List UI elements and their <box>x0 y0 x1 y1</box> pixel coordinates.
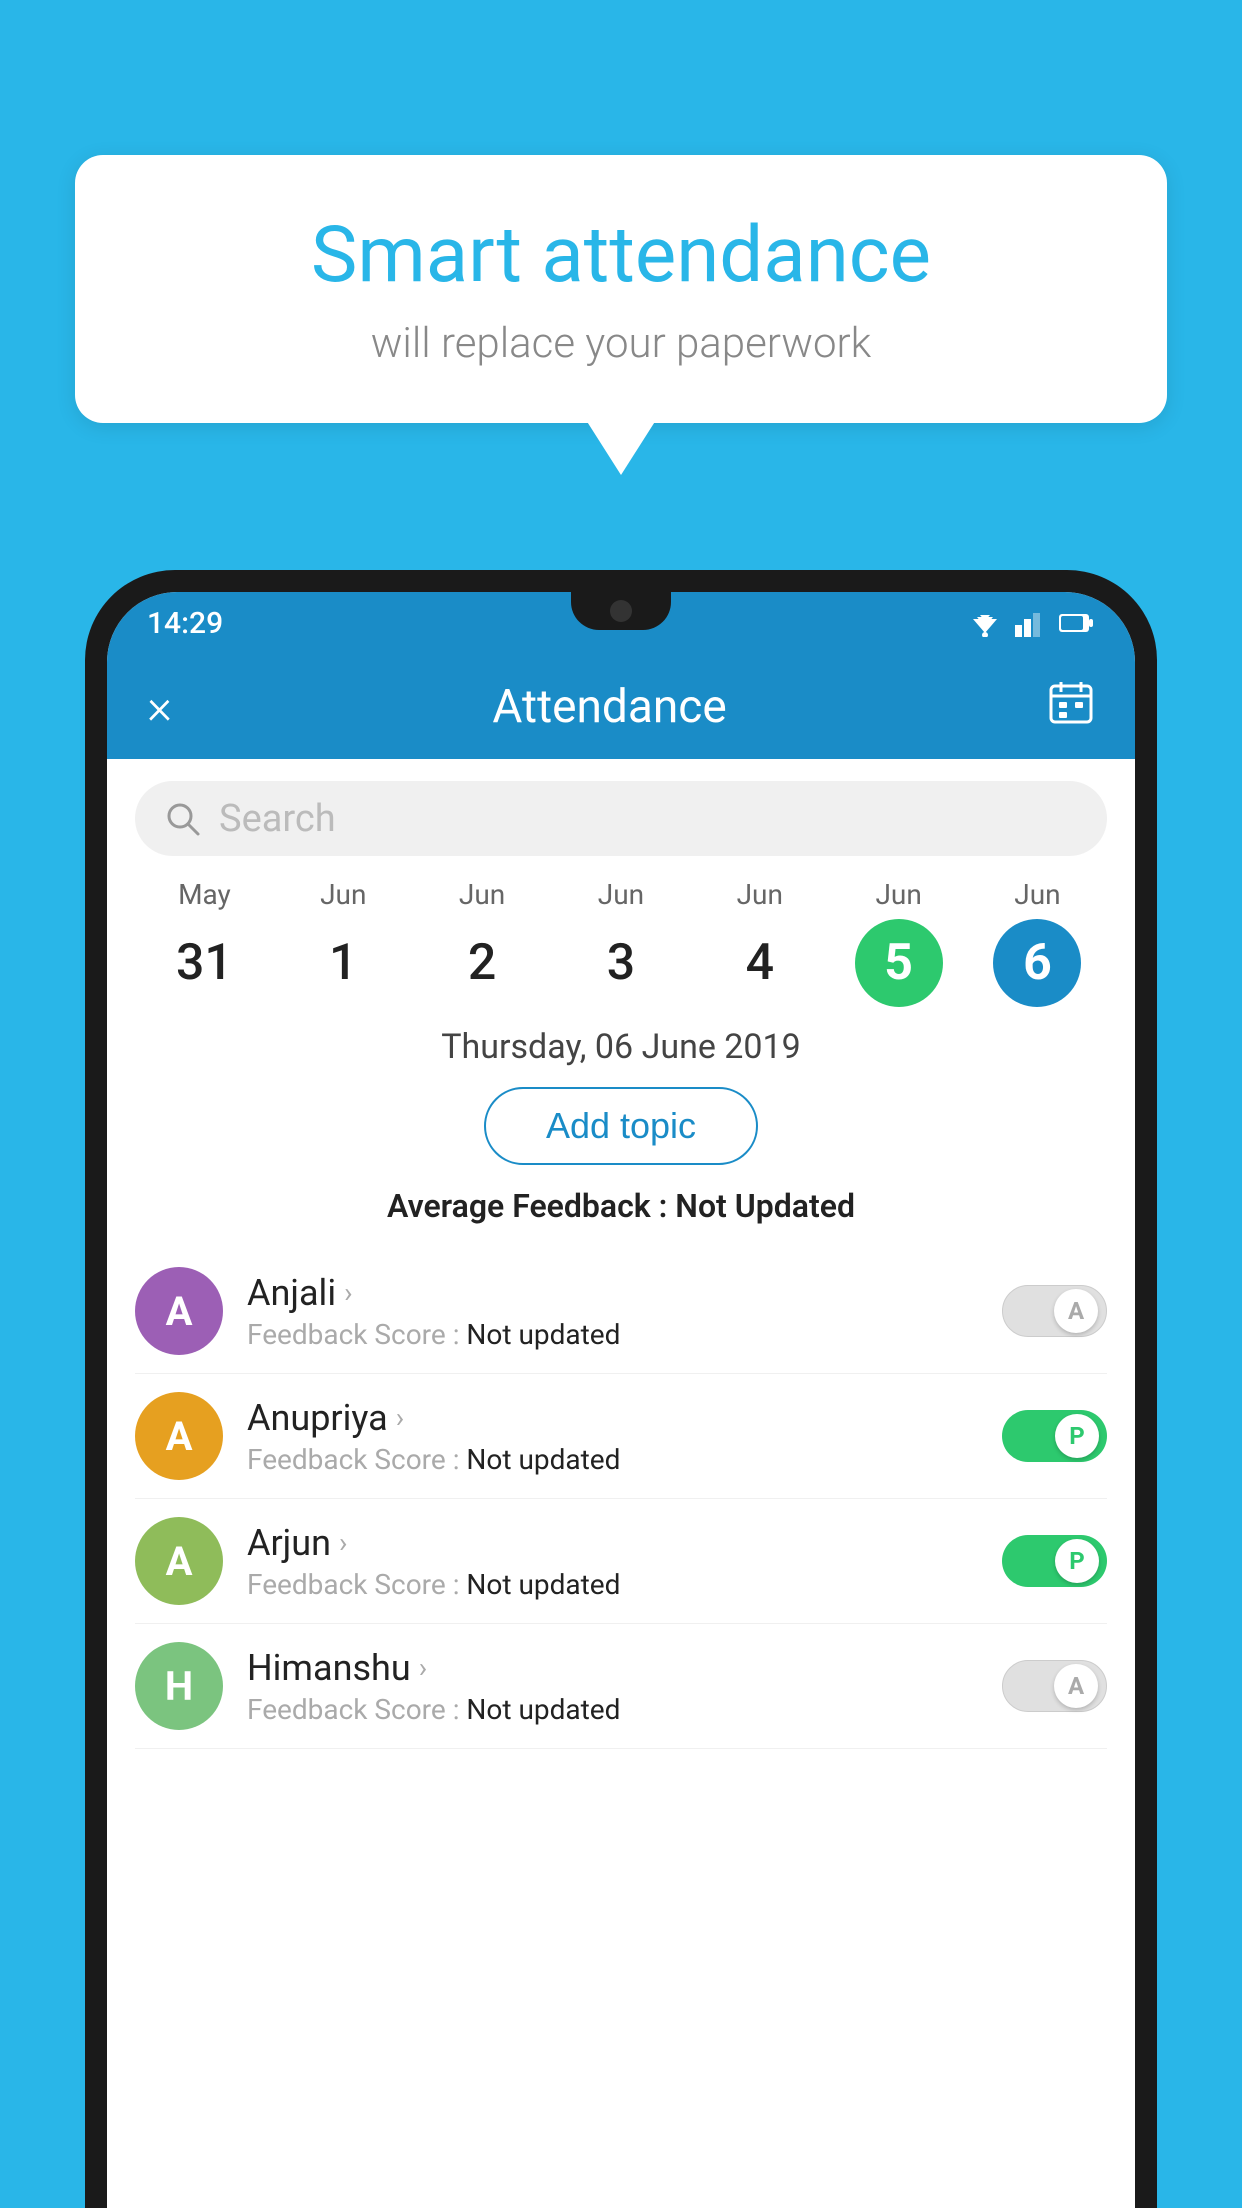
date-item[interactable]: Jun 5 <box>855 878 943 1007</box>
toggle-knob: P <box>1055 1414 1099 1458</box>
chevron-right-icon: › <box>339 1526 347 1559</box>
date-number: 3 <box>577 919 665 1007</box>
student-item: A Anjali › Feedback Score : Not updated A <box>135 1249 1107 1374</box>
date-item[interactable]: Jun 2 <box>438 878 526 1007</box>
average-feedback: Average Feedback : Not Updated <box>107 1187 1135 1225</box>
student-item: H Himanshu › Feedback Score : Not updated A <box>135 1624 1107 1749</box>
avatar: A <box>135 1517 223 1605</box>
feedback-value: Not updated <box>466 1443 620 1476</box>
student-name[interactable]: Anjali › <box>247 1272 978 1314</box>
feedback-value: Not updated <box>466 1693 620 1726</box>
date-number: 2 <box>438 919 526 1007</box>
date-number: 6 <box>993 919 1081 1007</box>
date-item[interactable]: Jun 3 <box>577 878 665 1007</box>
phone-frame: 14:29 <box>85 570 1157 2208</box>
feedback-value: Not updated <box>466 1568 620 1601</box>
close-button[interactable]: × <box>147 678 172 735</box>
date-month: Jun <box>1014 878 1060 911</box>
wifi-icon <box>967 609 1003 637</box>
avatar: A <box>135 1267 223 1355</box>
toggle-knob: A <box>1054 1289 1098 1333</box>
add-topic-button[interactable]: Add topic <box>484 1087 758 1165</box>
speech-bubble-title: Smart attendance <box>135 210 1107 301</box>
student-feedback: Feedback Score : Not updated <box>247 1443 978 1476</box>
student-feedback: Feedback Score : Not updated <box>247 1693 978 1726</box>
date-month: Jun <box>598 878 644 911</box>
student-info: Anjali › Feedback Score : Not updated <box>247 1272 978 1351</box>
date-month: Jun <box>459 878 505 911</box>
student-feedback: Feedback Score : Not updated <box>247 1568 978 1601</box>
student-feedback: Feedback Score : Not updated <box>247 1318 978 1351</box>
student-list: AAnjali ›Feedback Score : Not updatedAAA… <box>107 1249 1135 1749</box>
date-number: 31 <box>160 919 248 1007</box>
attendance-toggle[interactable]: A <box>1002 1285 1107 1337</box>
search-icon <box>165 801 201 837</box>
student-name[interactable]: Anupriya › <box>247 1397 978 1439</box>
speech-bubble-container: Smart attendance will replace your paper… <box>75 155 1167 423</box>
calendar-button[interactable] <box>1047 678 1095 736</box>
status-icons <box>967 609 1095 637</box>
date-item[interactable]: Jun 1 <box>299 878 387 1007</box>
phone-inner: 14:29 <box>107 592 1135 2208</box>
avatar: A <box>135 1392 223 1480</box>
student-name[interactable]: Arjun › <box>247 1522 978 1564</box>
student-info: Arjun › Feedback Score : Not updated <box>247 1522 978 1601</box>
date-month: Jun <box>320 878 366 911</box>
student-item: A Anupriya › Feedback Score : Not updated P <box>135 1374 1107 1499</box>
search-bar[interactable]: Search <box>135 781 1107 856</box>
speech-bubble: Smart attendance will replace your paper… <box>75 155 1167 423</box>
date-picker: May 31 Jun 1 Jun 2 Jun 3 Jun 4 Jun 5 Jun 6 <box>107 878 1135 1007</box>
date-number: 5 <box>855 919 943 1007</box>
app-header: × Attendance <box>107 654 1135 759</box>
attendance-toggle[interactable]: P <box>1002 1535 1107 1587</box>
date-month: May <box>178 878 231 911</box>
date-month: Jun <box>875 878 921 911</box>
battery-icon <box>1059 612 1095 634</box>
date-item[interactable]: May 31 <box>160 878 248 1007</box>
app-title: Attendance <box>492 680 726 734</box>
student-name[interactable]: Himanshu › <box>247 1647 978 1689</box>
attendance-toggle[interactable]: A <box>1002 1660 1107 1712</box>
student-item: A Arjun › Feedback Score : Not updated P <box>135 1499 1107 1624</box>
date-item[interactable]: Jun 6 <box>993 878 1081 1007</box>
date-month: Jun <box>737 878 783 911</box>
avg-feedback-value: Not Updated <box>675 1187 855 1225</box>
chevron-right-icon: › <box>344 1276 352 1309</box>
feedback-value: Not updated <box>466 1318 620 1351</box>
speech-bubble-subtitle: will replace your paperwork <box>135 319 1107 368</box>
search-placeholder: Search <box>219 797 336 841</box>
avg-feedback-label: Average Feedback : <box>387 1187 667 1225</box>
date-number: 1 <box>299 919 387 1007</box>
student-info: Anupriya › Feedback Score : Not updated <box>247 1397 978 1476</box>
selected-date: Thursday, 06 June 2019 <box>107 1027 1135 1067</box>
avatar: H <box>135 1642 223 1730</box>
chevron-right-icon: › <box>396 1401 404 1434</box>
attendance-toggle[interactable]: P <box>1002 1410 1107 1462</box>
date-number: 4 <box>716 919 804 1007</box>
phone-outer: 14:29 <box>85 570 1157 2208</box>
chevron-right-icon: › <box>419 1651 427 1684</box>
signal-icon <box>1015 609 1047 637</box>
phone-notch <box>571 592 671 630</box>
status-time: 14:29 <box>147 606 223 641</box>
toggle-knob: A <box>1054 1664 1098 1708</box>
student-info: Himanshu › Feedback Score : Not updated <box>247 1647 978 1726</box>
camera-dot <box>610 600 632 622</box>
toggle-knob: P <box>1055 1539 1099 1583</box>
date-item[interactable]: Jun 4 <box>716 878 804 1007</box>
